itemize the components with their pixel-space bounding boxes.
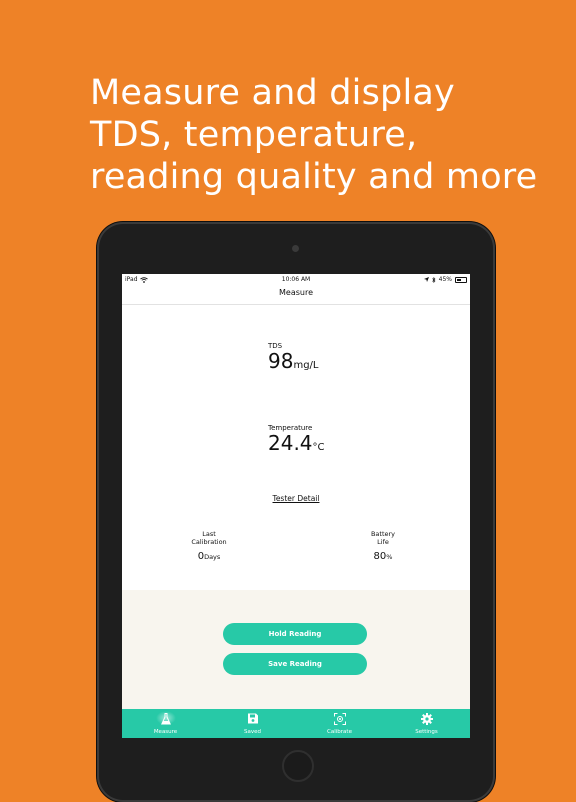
status-bar: iPad 10:06 AM 45% <box>122 274 470 285</box>
tds-value: 98 <box>268 349 294 373</box>
tab-bar: Measure Saved Calibrate Settings <box>122 709 470 738</box>
battery-percent: 45% <box>438 276 452 283</box>
flask-icon <box>160 713 171 725</box>
last-calibration-value-row: 0Days <box>169 551 249 562</box>
battery-life-label-2: Life <box>377 538 389 546</box>
target-icon <box>333 713 346 725</box>
last-calibration-stat: Last Calibration 0Days <box>169 530 249 562</box>
battery-life-stat: Battery Life 80% <box>343 530 423 562</box>
tester-detail-link[interactable]: Tester Detail <box>122 494 470 503</box>
app-screen: iPad 10:06 AM 45% Measure TDS 98mg/L Tem… <box>122 274 470 738</box>
battery-life-value: 80 <box>373 551 387 562</box>
battery-life-value-row: 80% <box>343 551 423 562</box>
tds-reading: TDS 98mg/L <box>268 342 318 377</box>
tds-unit: mg/L <box>293 360 319 371</box>
tab-calibrate[interactable]: Calibrate <box>296 709 383 738</box>
camera-icon <box>292 245 299 252</box>
status-time: 10:06 AM <box>281 276 311 283</box>
temperature-value: 24.4 <box>268 431 313 455</box>
battery-life-label-1: Battery <box>370 530 396 538</box>
headline-line-2: TDS, temperature, <box>90 115 418 155</box>
battery-life-unit: % <box>386 553 393 561</box>
headline-line-3: reading quality and more <box>90 157 538 197</box>
hold-reading-button[interactable]: Hold Reading <box>223 623 367 645</box>
headline: Measure and display TDS, temperature, re… <box>90 72 537 198</box>
last-calibration-label-1: Last <box>202 530 216 538</box>
status-right: 45% <box>423 276 467 283</box>
temperature-reading: Temperature 24.4°C <box>268 424 325 459</box>
nav-title: Measure <box>122 288 470 305</box>
home-button[interactable] <box>282 750 314 782</box>
tab-measure[interactable]: Measure <box>122 709 209 738</box>
tab-saved[interactable]: Saved <box>209 709 296 738</box>
ipad-frame: iPad 10:06 AM 45% Measure TDS 98mg/L Tem… <box>97 222 495 802</box>
tab-calibrate-label: Calibrate <box>327 729 352 735</box>
save-reading-button[interactable]: Save Reading <box>223 653 367 675</box>
bluetooth-icon <box>431 276 436 283</box>
battery-icon <box>455 276 467 283</box>
last-calibration-label-2: Calibration <box>191 538 227 546</box>
temperature-value-row: 24.4°C <box>268 432 325 459</box>
location-icon <box>423 277 429 282</box>
tds-value-row: 98mg/L <box>268 350 318 377</box>
action-area: Hold Reading Save Reading <box>122 590 470 709</box>
last-calibration-unit: Days <box>204 553 221 561</box>
tab-settings-label: Settings <box>415 729 438 735</box>
gear-icon <box>420 713 433 725</box>
headline-line-1: Measure and display <box>90 73 455 113</box>
tab-settings[interactable]: Settings <box>383 709 470 738</box>
tab-saved-label: Saved <box>244 729 261 735</box>
tab-measure-label: Measure <box>153 729 178 735</box>
temperature-unit: °C <box>312 442 325 453</box>
floppy-disk-icon <box>247 713 258 724</box>
